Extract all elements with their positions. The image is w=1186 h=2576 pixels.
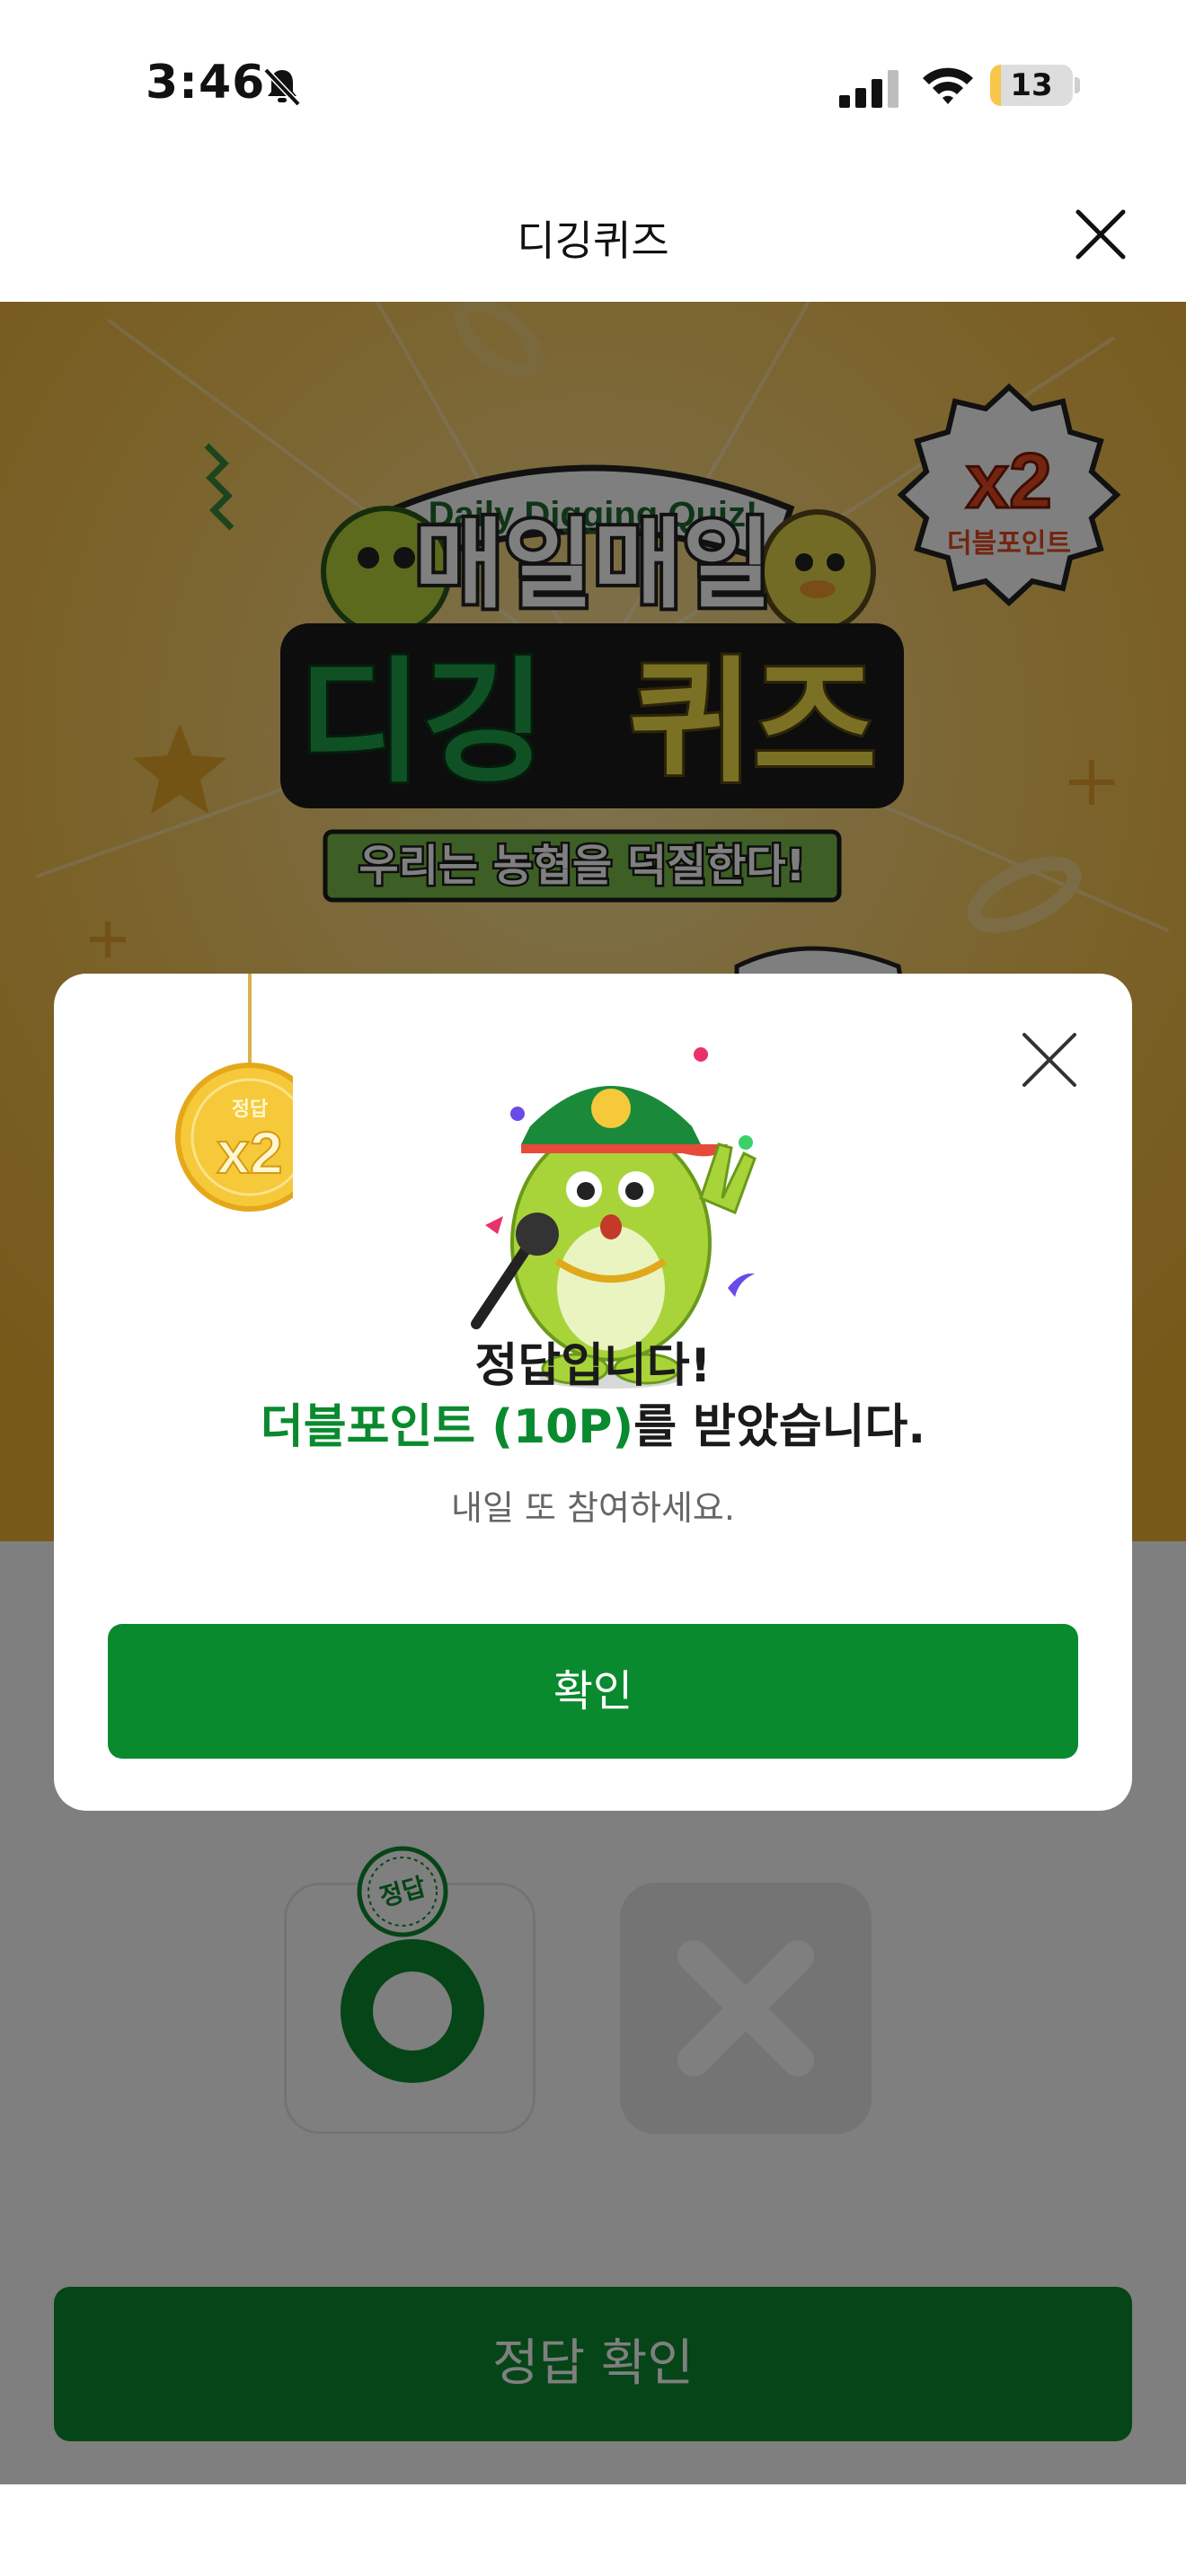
status-bar: 3:46 13 (0, 0, 1186, 171)
battery-text: 13 (1010, 67, 1053, 103)
result-title: 정답입니다! (474, 1339, 712, 1393)
result-subtext: 내일 또 참여하세요. (451, 1488, 735, 1528)
double-medal-icon: 정답 x2 (175, 974, 293, 1212)
battery-nub (1075, 77, 1080, 93)
bell-muted-icon (263, 67, 301, 107)
result-reward: 더블포인트 (10P)를 받았습니다. (54, 1389, 1132, 1456)
close-icon[interactable] (1069, 203, 1132, 266)
medal-label: 정답 (232, 1098, 268, 1121)
reward-points: 더블포인트 (10P) (260, 1400, 634, 1454)
battery-indicator: 13 (990, 65, 1073, 106)
cellular-signal-icon (839, 70, 898, 108)
bottom-safe-area (0, 2484, 1186, 2576)
confirm-button[interactable]: 확인 (108, 1624, 1078, 1759)
title-bar: 디깅퀴즈 (0, 171, 1186, 302)
wifi-icon (923, 67, 973, 104)
medal-multiplier: x2 (217, 1119, 282, 1186)
page-title: 디깅퀴즈 (517, 216, 669, 265)
status-time: 3:46 (146, 56, 266, 110)
modal-close-icon[interactable] (1015, 1026, 1084, 1094)
reward-suffix: 를 받았습니다. (633, 1400, 926, 1454)
result-modal: 정답 x2 정답입니다! 더블포인트 (10P)를 받았습니다. 내일 또 참여… (54, 974, 1132, 1811)
